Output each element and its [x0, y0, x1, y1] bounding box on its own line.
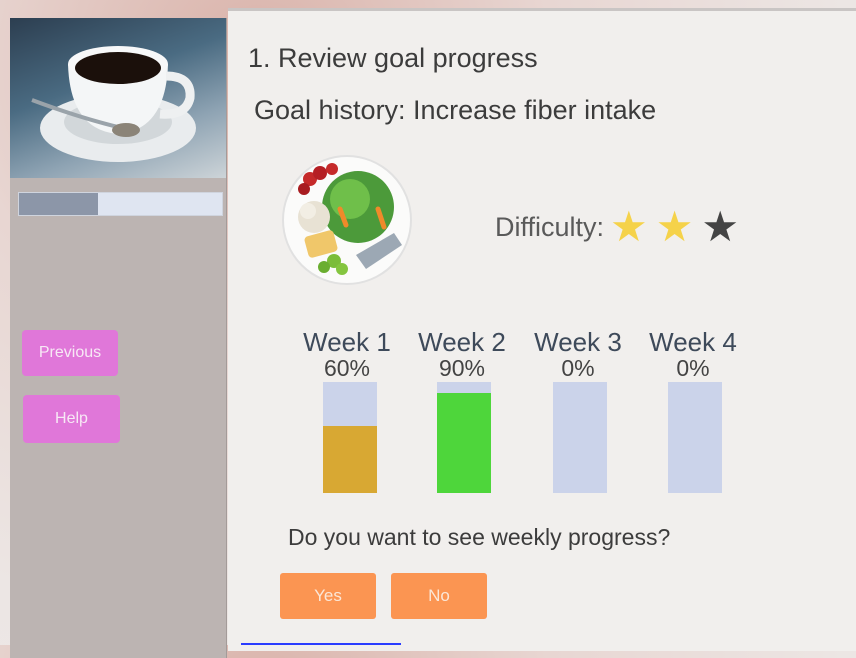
progress-bar-fill: [19, 193, 99, 215]
week-label: Week 1: [303, 327, 391, 357]
week-3-column: Week 3 0%: [530, 327, 626, 382]
star-icon: ★: [610, 203, 648, 250]
week-percent: 60%: [323, 355, 371, 381]
previous-button[interactable]: Previous: [22, 330, 118, 376]
star-icon: ★: [655, 203, 694, 250]
progress-bar: [18, 192, 223, 216]
week-label: Week 4: [649, 327, 737, 357]
coffee-cup-image: [10, 18, 226, 178]
difficulty-rating: Difficulty: ★ ★ ★: [495, 206, 747, 248]
page-title: 1. Review goal progress: [248, 43, 538, 73]
no-button[interactable]: No: [391, 573, 487, 619]
week-3-bar: [553, 382, 607, 493]
week-1-column: Week 1 60%: [299, 327, 395, 382]
week-2-bar-fill: [437, 393, 491, 493]
left-panel: Previous Help: [10, 18, 227, 658]
difficulty-label: Difficulty:: [495, 211, 605, 242]
week-2-bar: [437, 382, 491, 493]
week-4-column: Week 4 0%: [645, 327, 741, 382]
week-label: Week 3: [534, 327, 622, 357]
week-label: Week 2: [418, 327, 506, 357]
star-icon: ★: [701, 203, 739, 250]
main-panel: 1. Review goal progress Goal history: In…: [228, 8, 856, 651]
week-percent: 90%: [438, 355, 486, 381]
yes-button[interactable]: Yes: [280, 573, 376, 619]
salad-plate-image: [280, 153, 414, 287]
week-1-bar: [323, 382, 377, 493]
week-2-column: Week 2 90%: [414, 327, 510, 382]
week-percent: 0%: [676, 355, 710, 381]
help-button[interactable]: Help: [23, 395, 120, 443]
goal-history-heading: Goal history: Increase fiber intake: [254, 95, 657, 125]
weekly-progress-question: Do you want to see weekly progress?: [288, 524, 671, 550]
week-percent: 0%: [561, 355, 595, 381]
week-1-bar-fill: [323, 426, 377, 493]
week-4-bar: [668, 382, 722, 493]
